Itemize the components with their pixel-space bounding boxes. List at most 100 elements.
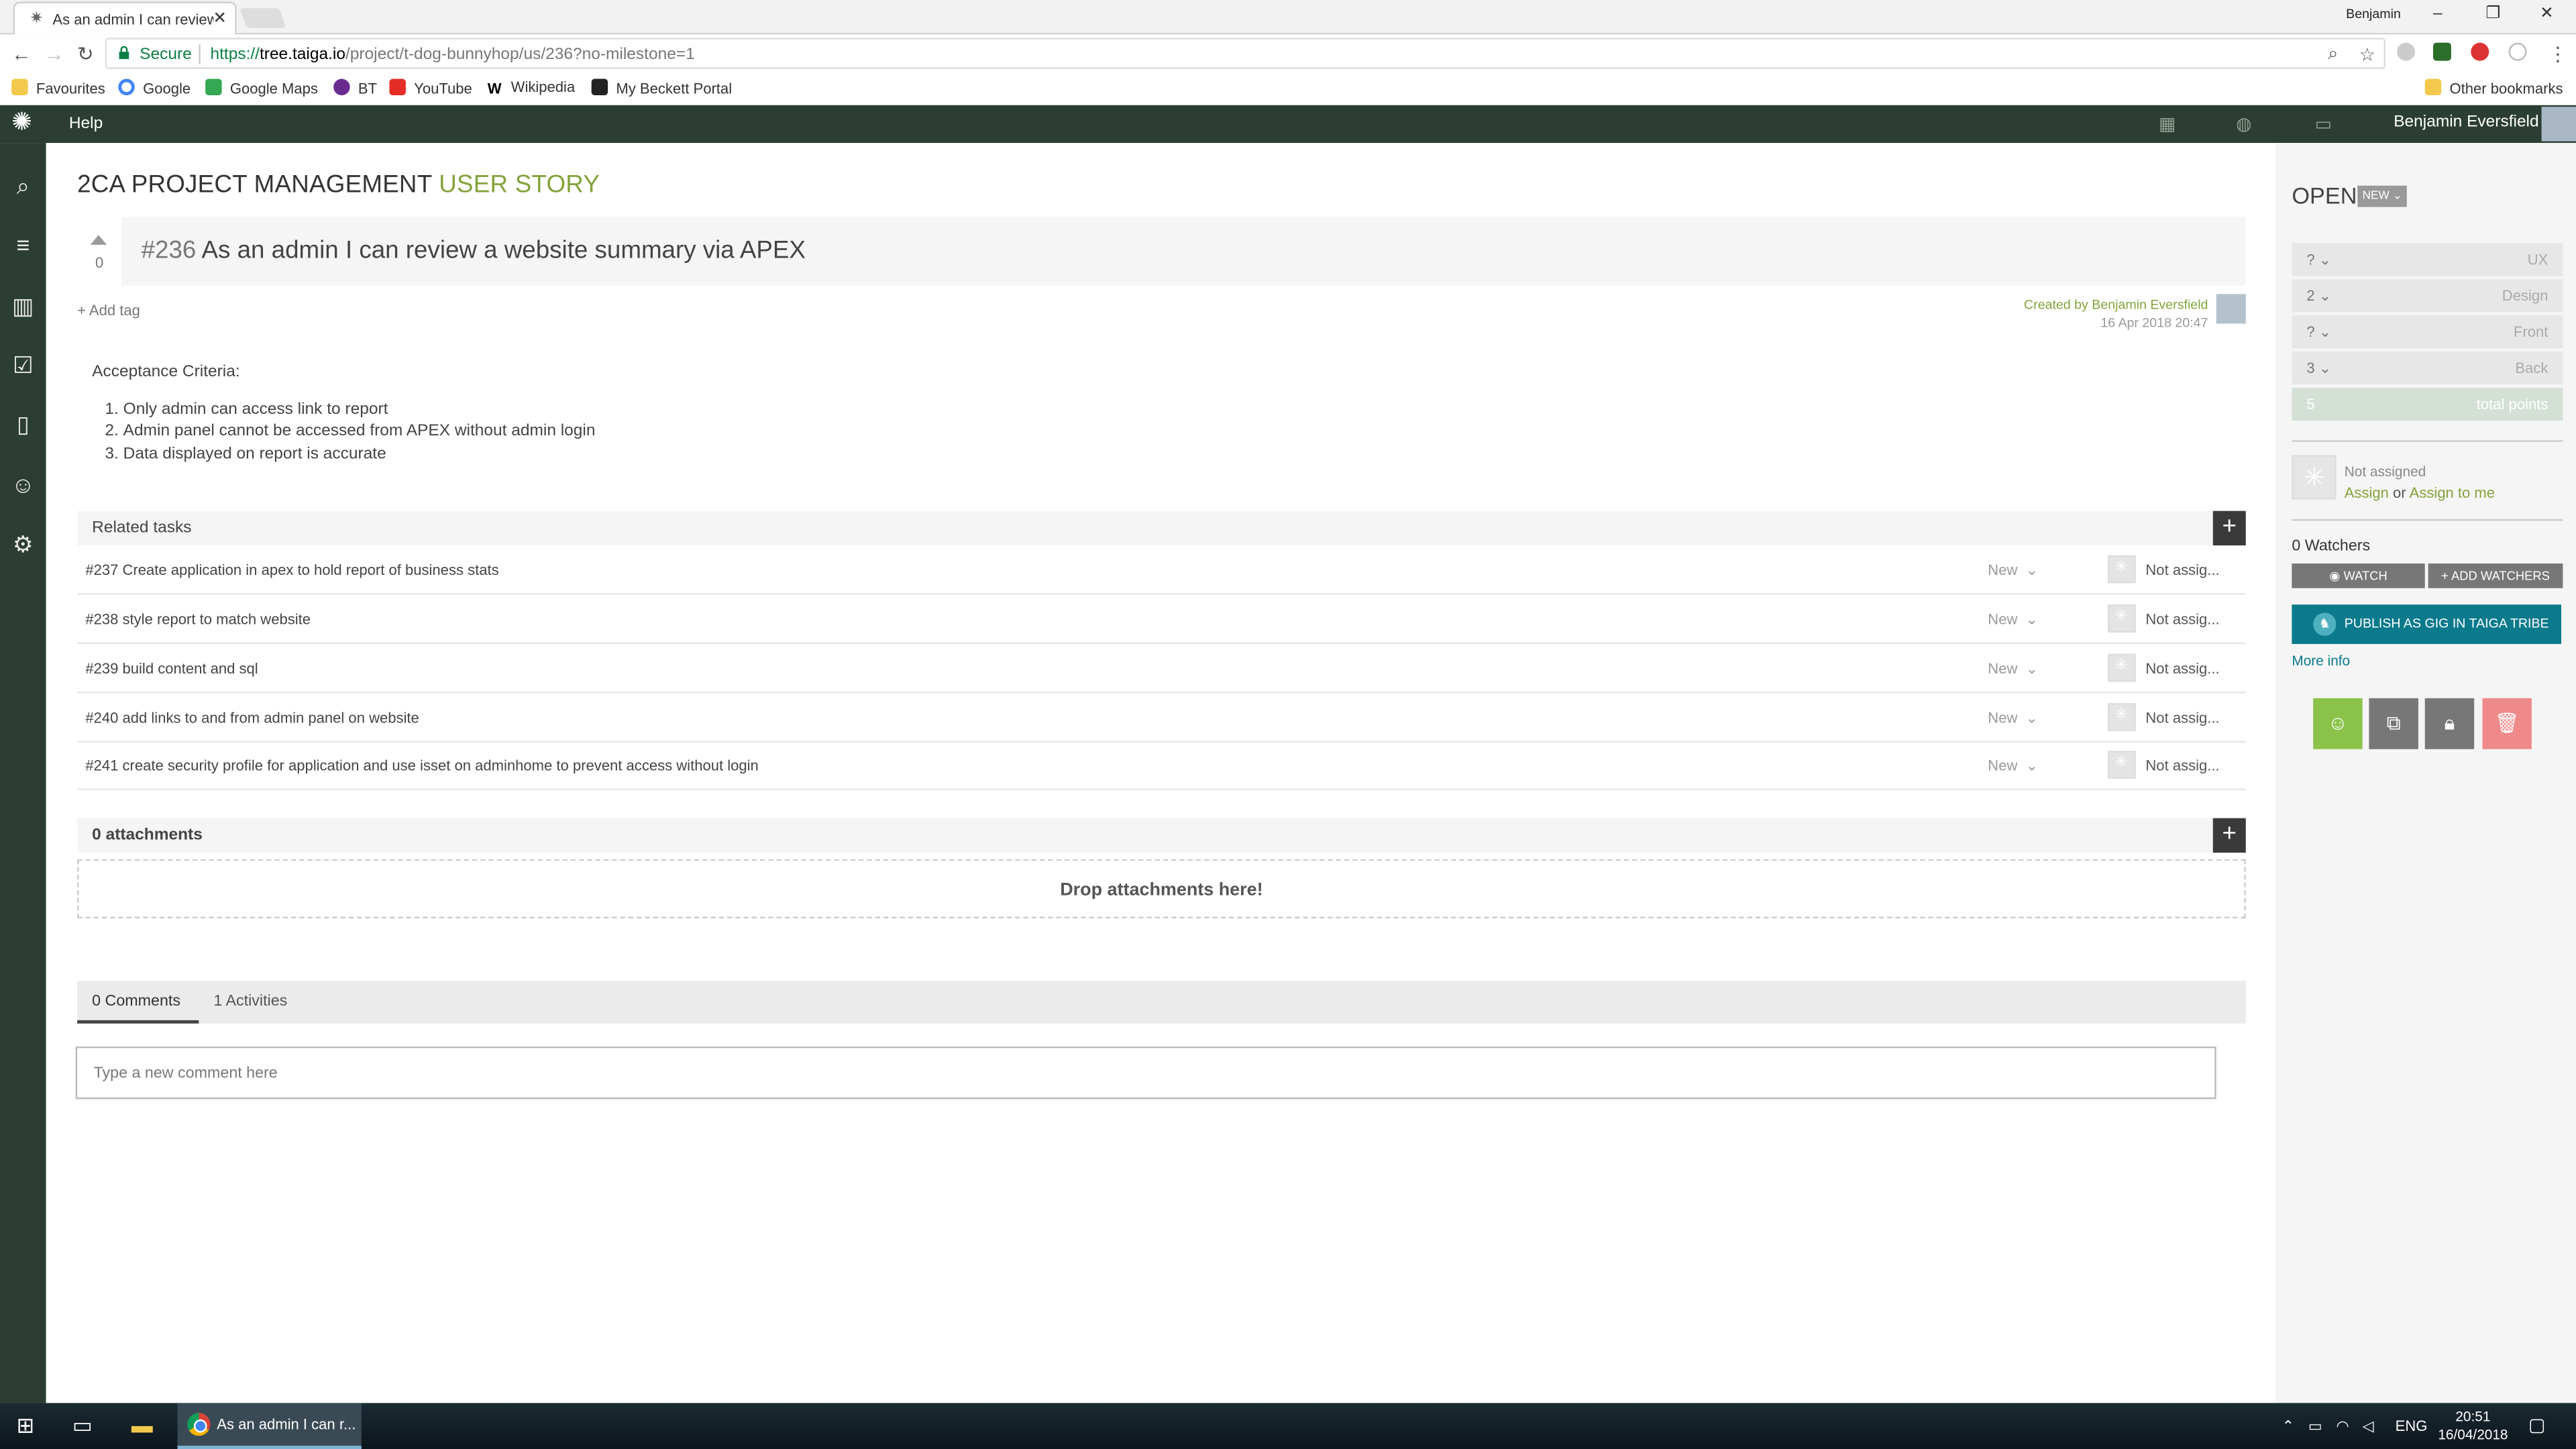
task-status-dropdown[interactable]: New ⌄ [1988, 660, 2038, 678]
restore-button[interactable]: ❐ [2485, 5, 2500, 23]
points-row-design[interactable]: 2 ⌄ Design [2292, 279, 2563, 313]
team-icon[interactable]: ☺ [10, 472, 36, 498]
task-assignee[interactable]: Not assig... [2145, 611, 2219, 627]
delete-trash-icon[interactable]: 🗑︎ [2482, 698, 2532, 749]
project-name-link[interactable]: 2CA PROJECT MANAGEMENT [77, 171, 432, 199]
new-tab-button[interactable] [239, 8, 286, 28]
bookmark-bt[interactable]: BT [333, 78, 377, 97]
add-tag-button[interactable]: + Add tag [77, 303, 140, 319]
task-view-icon[interactable]: ▭ [72, 1413, 93, 1439]
url-input[interactable]: Secure https://tree.taiga.io/project/t-d… [105, 38, 2385, 69]
add-task-button[interactable]: + [2212, 511, 2246, 546]
extension-icon[interactable] [2432, 42, 2451, 61]
close-tab-icon[interactable]: ✕ [213, 10, 227, 28]
reload-icon[interactable]: ↻ [77, 43, 94, 66]
task-assignee[interactable]: Not assig... [2145, 660, 2219, 676]
bookmark-google[interactable]: Google [118, 78, 191, 97]
comment-input[interactable]: Type a new comment here [75, 1046, 2216, 1099]
add-watchers-button[interactable]: + ADD WATCHERS [2428, 564, 2563, 588]
task-link[interactable]: #241 create security profile for applica… [85, 757, 758, 773]
taiga-logo-icon[interactable]: ✺ [11, 110, 32, 135]
assign-user-icon[interactable]: ☺ [2313, 698, 2363, 749]
assignee-avatar[interactable] [2292, 455, 2337, 500]
created-by-text[interactable]: Created by Benjamin Eversfield [2024, 296, 2208, 314]
close-window-button[interactable]: ✕ [2540, 5, 2554, 23]
bookmark-wikipedia[interactable]: W Wikipedia [486, 79, 575, 97]
task-assignee[interactable]: Not assig... [2145, 562, 2219, 578]
settings-gear-icon[interactable]: ⚙ [10, 531, 36, 557]
zoom-icon[interactable]: ⌕ [2328, 44, 2338, 66]
status-dropdown[interactable]: NEW ⌄ [2357, 185, 2408, 207]
bookmark-my-beckett-portal[interactable]: My Beckett Portal [591, 78, 732, 97]
bookmark-favourites[interactable]: Favourites [11, 78, 105, 97]
points-row-ux[interactable]: ? ⌄ UX [2292, 243, 2563, 276]
task-status-dropdown[interactable]: New ⌄ [1988, 562, 2038, 580]
task-assignee-avatar[interactable] [2108, 653, 2136, 682]
battery-icon[interactable]: ▭ [2308, 1417, 2322, 1436]
more-info-link[interactable]: More info [2292, 652, 2350, 668]
file-explorer-icon[interactable]: ▬ [131, 1413, 153, 1439]
discover-icon[interactable]: ◍ [2236, 113, 2252, 134]
issues-icon[interactable]: ☑ [10, 352, 36, 378]
wiki-icon[interactable]: ▯ [10, 411, 36, 437]
minimize-button[interactable]: – [2433, 5, 2443, 23]
chrome-menu-icon[interactable]: ⋮ [2548, 43, 2567, 66]
back-arrow-icon[interactable]: ← [11, 43, 31, 66]
task-link[interactable]: #239 build content and sql [85, 660, 258, 676]
task-assignee-avatar[interactable] [2108, 604, 2136, 633]
task-assignee[interactable]: Not assig... [2145, 757, 2219, 773]
bookmark-star-icon[interactable]: ☆ [2359, 44, 2375, 66]
task-assignee-avatar[interactable] [2108, 751, 2136, 779]
add-attachment-button[interactable]: + [2212, 818, 2246, 853]
volume-icon[interactable]: ◁ [2363, 1417, 2374, 1436]
upvote-arrow-icon[interactable] [90, 235, 107, 245]
wifi-icon[interactable]: ◠ [2336, 1417, 2349, 1436]
show-hidden-icons-icon[interactable]: ⌃ [2282, 1417, 2294, 1436]
taskbar-chrome-app[interactable]: As an admin I can r... [177, 1403, 362, 1449]
task-assignee-avatar[interactable] [2108, 703, 2136, 731]
window-profile-name[interactable]: Benjamin [2346, 7, 2401, 21]
creator-avatar[interactable] [2216, 294, 2246, 324]
url-text[interactable]: https://tree.taiga.io/project/t-dog-bunn… [210, 46, 694, 64]
clone-icon[interactable]: ⧉ [2369, 698, 2418, 749]
forward-arrow-icon[interactable]: → [44, 43, 64, 66]
publish-gig-button[interactable]: ♞ PUBLISH AS GIG IN TAIGA TRIBE [2292, 604, 2561, 645]
projects-grid-icon[interactable]: ▦ [2159, 113, 2176, 134]
timeline-icon[interactable]: ≡ [10, 231, 36, 258]
bookmark-youtube[interactable]: YouTube [389, 78, 472, 97]
extension-icon[interactable] [2508, 42, 2527, 61]
user-avatar[interactable] [2541, 107, 2576, 142]
task-status-dropdown[interactable]: New ⌄ [1988, 757, 2038, 775]
tab-comments[interactable]: 0 Comments [77, 981, 199, 1024]
help-link[interactable]: Help [69, 115, 103, 133]
extension-icon[interactable] [2397, 42, 2416, 61]
taskbar-clock[interactable]: 20:51 16/04/2018 [2438, 1408, 2508, 1444]
lock-icon[interactable]: 🔒︎ [2424, 698, 2475, 749]
task-assignee[interactable]: Not assig... [2145, 710, 2219, 726]
extension-icon[interactable] [2471, 42, 2489, 61]
task-status-dropdown[interactable]: New ⌄ [1988, 710, 2038, 728]
task-link[interactable]: #240 add links to and from admin panel o… [85, 710, 419, 726]
action-center-icon[interactable]: ▢ [2528, 1415, 2545, 1436]
search-icon[interactable]: ⌕ [10, 172, 36, 199]
story-description[interactable]: Acceptance Criteria: Only admin can acce… [92, 362, 595, 465]
language-indicator[interactable]: ENG [2396, 1417, 2428, 1434]
points-row-back[interactable]: 3 ⌄ Back [2292, 352, 2563, 385]
tab-activities[interactable]: 1 Activities [213, 981, 287, 1024]
points-row-front[interactable]: ? ⌄ Front [2292, 315, 2563, 349]
bookmark-other[interactable]: Other bookmarks [2424, 78, 2563, 97]
assign-link[interactable]: Assign [2345, 484, 2389, 500]
assign-to-me-link[interactable]: Assign to me [2410, 484, 2495, 500]
bookmark-google-maps[interactable]: Google Maps [205, 78, 318, 97]
task-link[interactable]: #238 style report to match website [85, 611, 311, 627]
attachment-dropzone[interactable]: Drop attachments here! [77, 859, 2246, 918]
watch-button[interactable]: ◉ WATCH [2292, 564, 2425, 588]
task-assignee-avatar[interactable] [2108, 555, 2136, 584]
browser-tab[interactable]: ✷ As an admin I can review a website sum… [13, 1, 237, 35]
notifications-icon[interactable]: ▭ [2315, 113, 2332, 134]
task-link[interactable]: #237 Create application in apex to hold … [85, 562, 498, 578]
story-title[interactable]: #236 As an admin I can review a website … [142, 237, 806, 265]
task-status-dropdown[interactable]: New ⌄ [1988, 611, 2038, 629]
kanban-icon[interactable]: ▥ [10, 292, 36, 319]
upvote-widget[interactable]: 0 [77, 217, 122, 286]
